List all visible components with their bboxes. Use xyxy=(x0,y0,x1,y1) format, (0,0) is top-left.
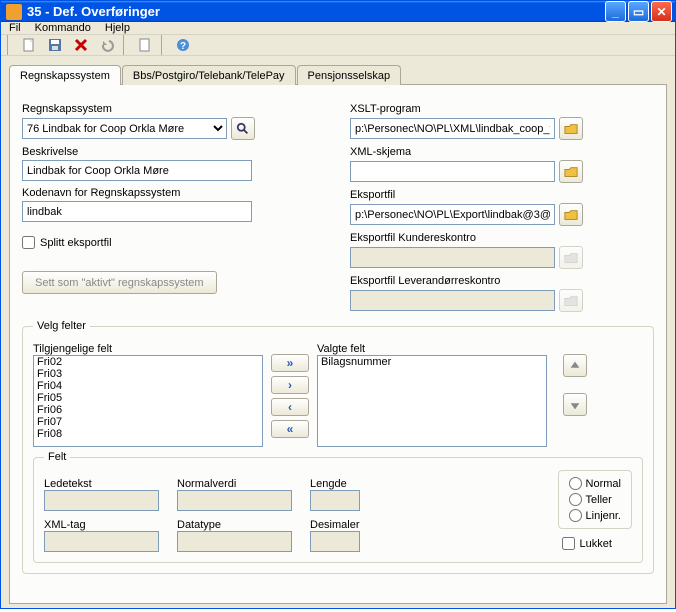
linjenr-radio[interactable] xyxy=(569,509,582,522)
felt-title: Felt xyxy=(44,451,70,463)
app-icon xyxy=(6,4,22,20)
window-controls: _ ▭ ✕ xyxy=(605,1,672,22)
lengde-input[interactable] xyxy=(310,490,360,511)
xslt-label: XSLT-program xyxy=(350,103,654,115)
xslt-input[interactable] xyxy=(350,118,555,139)
list-item[interactable]: Fri05 xyxy=(34,392,262,404)
tab-bar: Regnskapssystem Bbs/Postgiro/Telebank/Te… xyxy=(9,64,667,84)
desimaler-input[interactable] xyxy=(310,531,360,552)
remove-button[interactable]: ‹ xyxy=(271,398,309,416)
normalverdi-label: Normalverdi xyxy=(177,478,292,490)
lengde-label: Lengde xyxy=(310,478,360,490)
lev-input[interactable] xyxy=(350,290,555,311)
search-button[interactable] xyxy=(231,117,255,140)
document-icon[interactable] xyxy=(135,35,155,55)
datatype-input[interactable] xyxy=(177,531,292,552)
xml-label: XML-skjema xyxy=(350,146,654,158)
toolbar-sep xyxy=(123,35,129,55)
remove-all-button[interactable]: « xyxy=(271,420,309,438)
selected-listbox[interactable]: Bilagsnummer xyxy=(317,355,547,447)
ledetekst-input[interactable] xyxy=(44,490,159,511)
move-down-button[interactable] xyxy=(563,393,587,416)
regnskapssystem-select[interactable]: 76 Lindbak for Coop Orkla Møre xyxy=(22,118,227,139)
lukket-label: Lukket xyxy=(580,538,612,550)
browse-xml-button[interactable] xyxy=(559,160,583,183)
toolbar-sep xyxy=(7,35,13,55)
desimaler-label: Desimaler xyxy=(310,519,360,531)
close-button[interactable]: ✕ xyxy=(651,1,672,22)
kodenavn-label: Kodenavn for Regnskapssystem xyxy=(22,187,326,199)
kodenavn-input[interactable] xyxy=(22,201,252,222)
window: 35 - Def. Overføringer _ ▭ ✕ Fil Kommand… xyxy=(0,0,676,609)
tab-pensjon[interactable]: Pensjonsselskap xyxy=(297,65,402,85)
beskrivelse-input[interactable] xyxy=(22,160,252,181)
maximize-button[interactable]: ▭ xyxy=(628,1,649,22)
eksportfil-input[interactable] xyxy=(350,204,555,225)
kunde-input[interactable] xyxy=(350,247,555,268)
teller-radio[interactable] xyxy=(569,493,582,506)
titlebar: 35 - Def. Overføringer _ ▭ ✕ xyxy=(1,1,675,22)
datatype-label: Datatype xyxy=(177,519,292,531)
tilgjengelige-label: Tilgjengelige felt xyxy=(33,343,263,355)
beskrivelse-label: Beskrivelse xyxy=(22,146,326,158)
delete-icon[interactable] xyxy=(71,35,91,55)
browse-eksportfil-button[interactable] xyxy=(559,203,583,226)
minimize-button[interactable]: _ xyxy=(605,1,626,22)
menu-hjelp[interactable]: Hjelp xyxy=(105,22,130,34)
xmltag-input[interactable] xyxy=(44,531,159,552)
browse-kunde-button xyxy=(559,246,583,269)
velg-felter-group: Velg felter Tilgjengelige felt Fri02Fri0… xyxy=(22,326,654,574)
tab-bbs[interactable]: Bbs/Postgiro/Telebank/TelePay xyxy=(122,65,296,85)
normal-radio[interactable] xyxy=(569,477,582,490)
save-icon[interactable] xyxy=(45,35,65,55)
list-item[interactable]: Fri04 xyxy=(34,380,262,392)
content-area: Regnskapssystem Bbs/Postgiro/Telebank/Te… xyxy=(1,56,675,612)
new-icon[interactable] xyxy=(19,35,39,55)
list-item[interactable]: Bilagsnummer xyxy=(318,356,546,368)
lev-label: Eksportfil Leverandørreskontro xyxy=(350,275,654,287)
eksportfil-label: Eksportfil xyxy=(350,189,654,201)
ledetekst-label: Ledetekst xyxy=(44,478,159,490)
menu-bar: Fil Kommando Hjelp xyxy=(1,22,675,35)
radio-group: Normal Teller Linjenr. xyxy=(558,470,632,529)
svg-text:?: ? xyxy=(180,41,186,52)
list-item[interactable]: Fri08 xyxy=(34,428,262,440)
regnskapssystem-label: Regnskapssystem xyxy=(22,103,326,115)
left-column: Regnskapssystem 76 Lindbak for Coop Orkl… xyxy=(22,99,326,312)
menu-fil[interactable]: Fil xyxy=(9,22,21,34)
valgte-label: Valgte felt xyxy=(317,343,547,355)
velg-felter-title: Velg felter xyxy=(33,320,90,332)
browse-xslt-button[interactable] xyxy=(559,117,583,140)
sett-aktivt-button[interactable]: Sett som "aktivt" regnskapssystem xyxy=(22,271,217,294)
lukket-checkbox[interactable] xyxy=(562,537,575,550)
splitt-checkbox[interactable] xyxy=(22,236,35,249)
tab-panel: Regnskapssystem 76 Lindbak for Coop Orkl… xyxy=(9,84,667,604)
felt-group: Felt Ledetekst Normalverdi xyxy=(33,457,643,563)
tab-regnskapssystem[interactable]: Regnskapssystem xyxy=(9,65,121,85)
move-up-button[interactable] xyxy=(563,354,587,377)
window-title: 35 - Def. Overføringer xyxy=(27,4,605,19)
add-all-button[interactable]: » xyxy=(271,354,309,372)
splitt-label: Splitt eksportfil xyxy=(40,237,112,249)
kunde-label: Eksportfil Kundereskontro xyxy=(350,232,654,244)
list-item[interactable]: Fri06 xyxy=(34,404,262,416)
add-button[interactable]: › xyxy=(271,376,309,394)
list-item[interactable]: Fri02 xyxy=(34,356,262,368)
toolbar-sep xyxy=(161,35,167,55)
right-column: XSLT-program XML-skjema Eksportfil xyxy=(350,99,654,312)
list-item[interactable]: Fri03 xyxy=(34,368,262,380)
toolbar: ? xyxy=(1,35,675,56)
list-item[interactable]: Fri07 xyxy=(34,416,262,428)
undo-icon[interactable] xyxy=(97,35,117,55)
help-icon[interactable]: ? xyxy=(173,35,193,55)
available-listbox[interactable]: Fri02Fri03Fri04Fri05Fri06Fri07Fri08 xyxy=(33,355,263,447)
normalverdi-input[interactable] xyxy=(177,490,292,511)
browse-lev-button xyxy=(559,289,583,312)
xmltag-label: XML-tag xyxy=(44,519,159,531)
xml-input[interactable] xyxy=(350,161,555,182)
menu-kommando[interactable]: Kommando xyxy=(35,22,91,34)
